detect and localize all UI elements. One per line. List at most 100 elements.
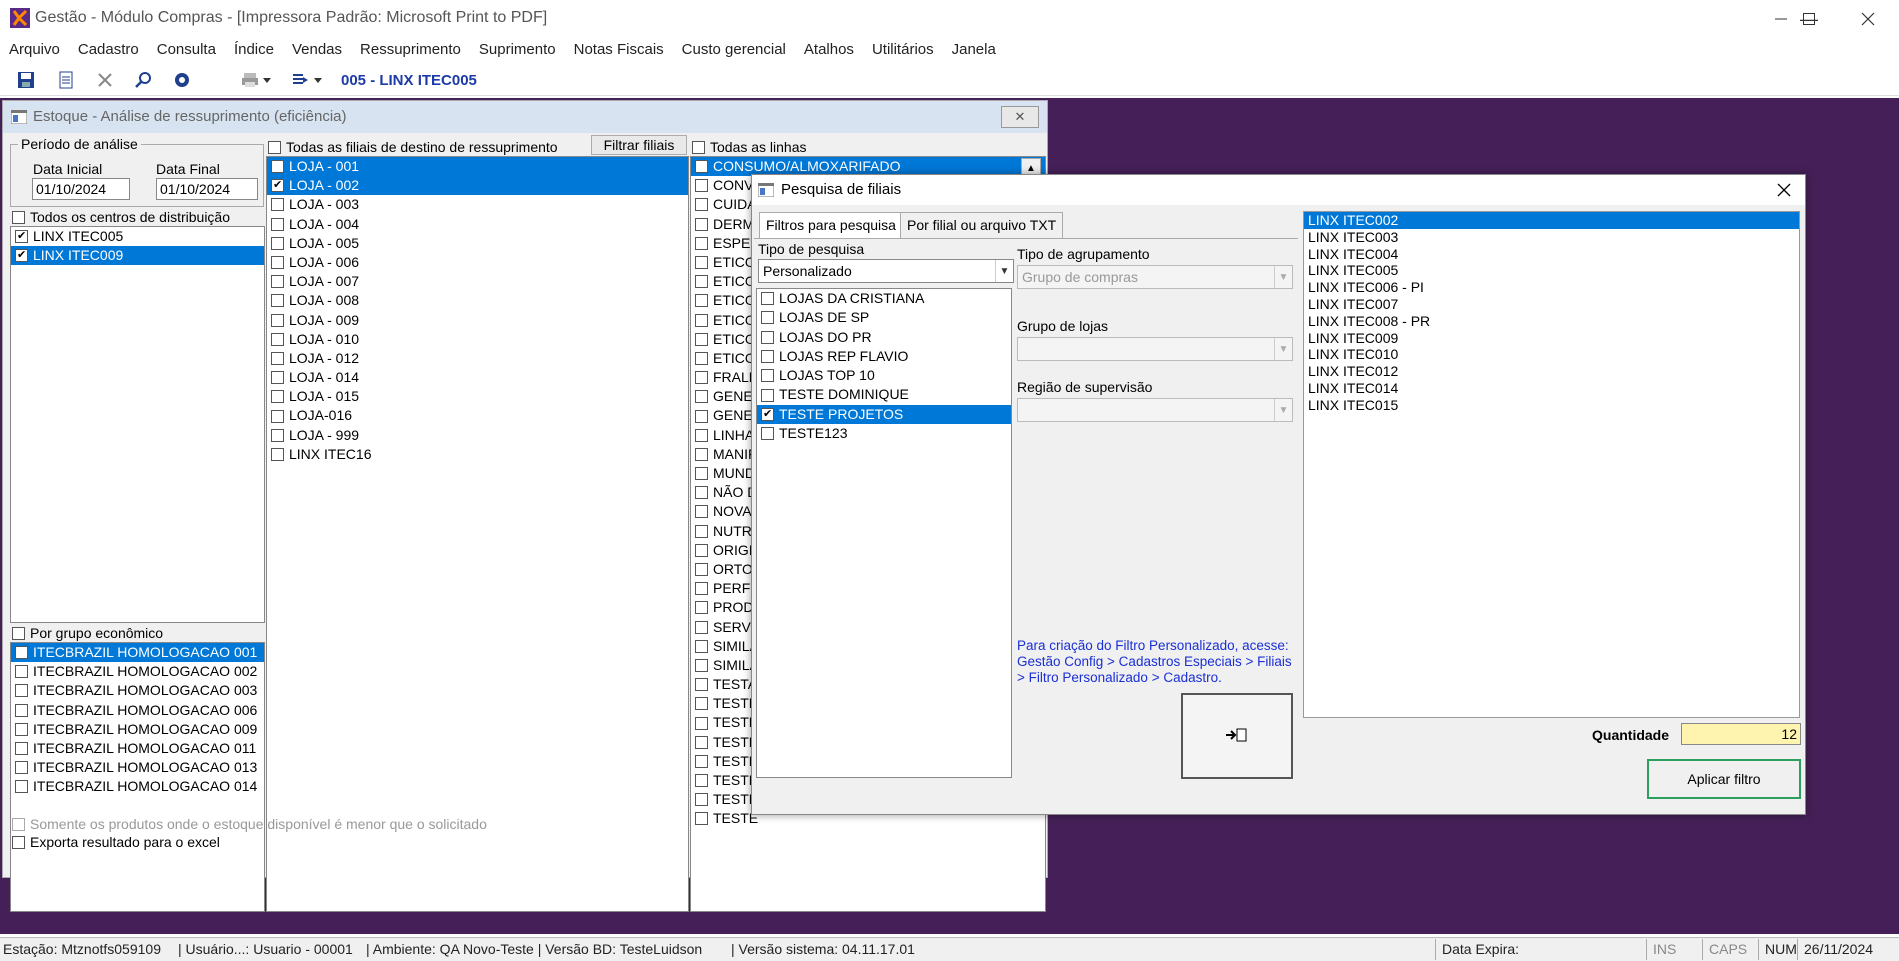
grupo-row[interactable]: ITECBRAZIL HOMOLOGACAO 013 [11,758,264,777]
checkbox[interactable] [271,332,284,346]
checkbox[interactable] [695,524,708,538]
checkbox[interactable] [271,428,284,442]
checkbox[interactable] [271,275,284,289]
checkbox[interactable] [15,646,28,660]
checkbox[interactable] [271,390,284,404]
filial-row[interactable]: LOJA - 007 [267,272,688,291]
checkbox[interactable] [761,311,774,325]
results-list[interactable]: LINX ITEC002 LINX ITEC003 LINX ITEC004 LINX… [1303,211,1800,718]
checkbox[interactable] [695,256,708,270]
checkbox[interactable] [695,505,708,519]
checkbox[interactable] [15,761,28,775]
filtro-row[interactable]: LOJAS DE SP [757,308,1011,327]
checkbox[interactable] [695,563,708,577]
checkbox[interactable] [695,486,708,500]
centros-list[interactable]: LINX ITEC005 LINX ITEC009 [10,226,265,623]
checkbox-checked[interactable] [15,249,28,262]
todos-centros-checkbox[interactable]: Todos os centros de distribuição [12,209,230,225]
menu-item-consulta[interactable]: Consulta [148,38,225,58]
menu-item-utilitários[interactable]: Utilitários [863,38,943,58]
checkbox[interactable] [695,409,708,423]
checkbox[interactable] [761,369,774,383]
tab-filtros-pesquisa[interactable]: Filtros para pesquisa [759,212,903,238]
print-dropdown-icon[interactable] [260,68,274,92]
filial-row[interactable]: LOJA - 999 [267,426,688,445]
data-final-field[interactable]: 01/10/2024 [156,178,258,200]
menu-item-suprimento[interactable]: Suprimento [470,38,565,58]
filial-row[interactable]: LOJA - 008 [267,291,688,310]
checkbox[interactable] [695,639,708,653]
filial-row[interactable]: LOJA - 003 [267,195,688,214]
export-icon[interactable] [288,68,312,92]
checkbox-checked[interactable] [271,179,284,193]
search-icon[interactable] [131,68,155,92]
centro-row[interactable]: LINX ITEC005 [11,227,264,246]
checkbox[interactable] [695,716,708,730]
filiais-list[interactable]: LOJA - 001 LOJA - 002 LOJA - 003 LOJA - 004… [266,156,689,912]
checkbox[interactable] [695,543,708,557]
filtro-row[interactable]: LOJAS REP FLAVIO [757,347,1011,366]
checkbox[interactable] [271,371,284,385]
filial-row[interactable]: LOJA - 004 [267,215,688,234]
checkbox[interactable] [271,294,284,308]
grupo-row[interactable]: ITECBRAZIL HOMOLOGACAO 002 [11,662,264,681]
export-dropdown-icon[interactable] [311,68,325,92]
result-row[interactable]: LINX ITEC012 [1304,363,1799,380]
aplicar-filtro-button[interactable]: Aplicar filtro [1647,759,1801,799]
checkbox[interactable] [695,160,708,174]
somente-produtos-checkbox[interactable]: Somente os produtos onde o estoque dispo… [12,816,487,832]
checkbox-checked[interactable] [15,230,28,243]
menu-item-atalhos[interactable]: Atalhos [795,38,863,58]
checkbox[interactable] [271,217,284,231]
filtros-list[interactable]: LOJAS DA CRISTIANA LOJAS DE SP LOJAS DO PR… [756,288,1012,778]
filtro-row[interactable]: TESTE DOMINIQUE [757,385,1011,404]
checkbox[interactable] [695,236,708,250]
pesquisa-close-button[interactable] [1770,179,1798,201]
checkbox[interactable] [695,447,708,461]
menu-item-índice[interactable]: Índice [225,38,283,58]
checkbox[interactable] [695,697,708,711]
checkbox[interactable] [695,735,708,749]
grupo-row[interactable]: ITECBRAZIL HOMOLOGACAO 011 [11,739,264,758]
menu-item-ressuprimento[interactable]: Ressuprimento [351,38,470,58]
checkbox[interactable] [695,371,708,385]
filial-row[interactable]: LOJA-016 [267,406,688,425]
result-row[interactable]: LINX ITEC002 [1304,212,1799,229]
estoque-close-button[interactable]: ✕ [1001,106,1039,128]
filial-row[interactable]: LOJA - 009 [267,311,688,330]
result-row[interactable]: LINX ITEC009 [1304,330,1799,347]
todas-linhas-checkbox[interactable]: Todas as linhas [692,139,807,155]
grupo-row[interactable]: ITECBRAZIL HOMOLOGACAO 003 [11,681,264,700]
delete-icon[interactable] [93,68,117,92]
menu-item-custo-gerencial[interactable]: Custo gerencial [673,38,795,58]
checkbox[interactable] [15,665,28,679]
checkbox-checked[interactable] [761,407,774,421]
checkbox[interactable] [695,774,708,788]
checkbox[interactable] [695,678,708,692]
filial-row[interactable]: LOJA - 014 [267,368,688,387]
apply-search-button[interactable] [1181,693,1293,779]
grupo-row[interactable]: ITECBRAZIL HOMOLOGACAO 014 [11,777,264,796]
filial-row[interactable]: LOJA - 012 [267,349,688,368]
print-icon[interactable] [238,68,262,92]
grupo-row[interactable]: ITECBRAZIL HOMOLOGACAO 001 [11,643,264,663]
checkbox[interactable] [695,294,708,308]
new-document-icon[interactable] [54,68,78,92]
todas-filiais-checkbox[interactable]: Todas as filiais de destino de ressuprim… [268,139,558,155]
data-inicial-field[interactable]: 01/10/2024 [32,178,130,200]
checkbox[interactable] [695,390,708,404]
checkbox[interactable] [15,684,28,698]
centro-row[interactable]: LINX ITEC009 [11,246,264,265]
checkbox[interactable] [271,160,284,174]
tipo-pesquisa-select[interactable]: Personalizado ▼ [758,259,1014,283]
checkbox[interactable] [695,313,708,327]
menu-item-cadastro[interactable]: Cadastro [69,38,148,58]
checkbox[interactable] [271,351,284,365]
checkbox[interactable] [761,350,774,364]
checkbox[interactable] [695,217,708,231]
checkbox[interactable] [15,703,28,717]
result-row[interactable]: LINX ITEC014 [1304,380,1799,397]
filtro-row[interactable]: TESTE PROJETOS [757,404,1011,425]
por-grupo-checkbox[interactable]: Por grupo econômico [12,625,163,641]
checkbox[interactable] [761,330,774,344]
